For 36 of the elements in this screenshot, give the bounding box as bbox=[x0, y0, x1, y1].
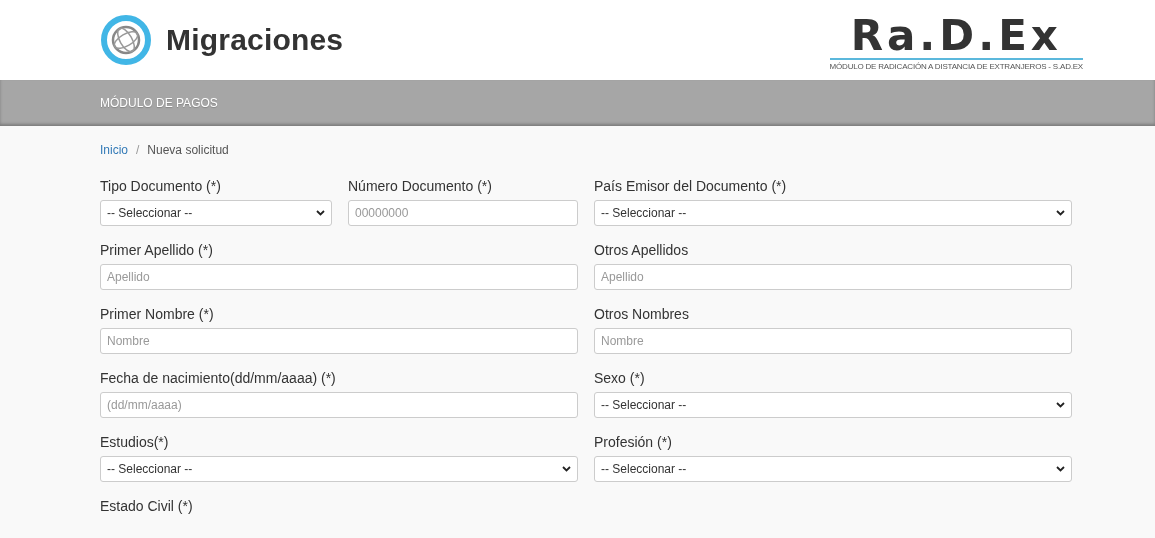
input-field[interactable]: Nombre bbox=[594, 328, 1072, 354]
field-label: Primer Apellido (*) bbox=[100, 241, 214, 259]
brand-name: Migraciones bbox=[166, 23, 344, 57]
field-label: Profesión (*) bbox=[594, 433, 673, 451]
field-label: Número Documento (*) bbox=[348, 177, 493, 195]
breadcrumb-link[interactable]: Inicio bbox=[100, 143, 128, 157]
chevron-down-icon bbox=[562, 466, 571, 472]
field-label: Sexo (*) bbox=[594, 369, 646, 387]
chevron-down-icon bbox=[316, 210, 325, 216]
field-label: País Emisor del Documento (*) bbox=[594, 177, 788, 195]
select-field[interactable]: -- Seleccionar -- bbox=[594, 392, 1072, 418]
select-field[interactable]: -- Seleccionar -- bbox=[594, 200, 1072, 226]
select-field[interactable]: -- Seleccionar -- bbox=[594, 456, 1072, 482]
module-title: MÓDULO DE PAGOS bbox=[100, 96, 218, 110]
breadcrumb-current: Nueva solicitud bbox=[147, 143, 229, 157]
input-field[interactable]: (dd/mm/aaaa) bbox=[100, 392, 578, 418]
radex-logo: Ra.D.Ex bbox=[829, 15, 1083, 60]
input-field[interactable]: Apellido bbox=[100, 264, 578, 290]
select-field[interactable]: -- Seleccionar -- bbox=[100, 200, 332, 226]
input-field[interactable]: Nombre bbox=[100, 328, 578, 354]
input-field[interactable]: Apellido bbox=[594, 264, 1072, 290]
breadcrumb-separator: / bbox=[136, 143, 140, 157]
select-field[interactable]: -- Seleccionar -- bbox=[100, 456, 578, 482]
field-label: Tipo Documento (*) bbox=[100, 177, 222, 195]
chevron-down-icon bbox=[1056, 402, 1065, 408]
field-label: Primer Nombre (*) bbox=[100, 305, 215, 323]
radex-subtitle: MÓDULO DE RADICACIÓN A DISTANCIA DE EXTRANJEROS - S.AD.EX bbox=[829, 62, 1083, 71]
field-label: Estudios(*) bbox=[100, 433, 170, 451]
chevron-down-icon bbox=[1056, 466, 1065, 472]
chevron-down-icon bbox=[1056, 210, 1065, 216]
field-label: Fecha de nacimiento(dd/mm/aaaa) (*) bbox=[100, 369, 337, 387]
input-field[interactable]: 00000000 bbox=[348, 200, 578, 226]
field-label: Otros Apellidos bbox=[594, 241, 690, 259]
field-label: Estado Civil (*) bbox=[100, 497, 194, 515]
globe-logo-icon bbox=[100, 14, 152, 66]
field-label: Otros Nombres bbox=[594, 305, 690, 323]
